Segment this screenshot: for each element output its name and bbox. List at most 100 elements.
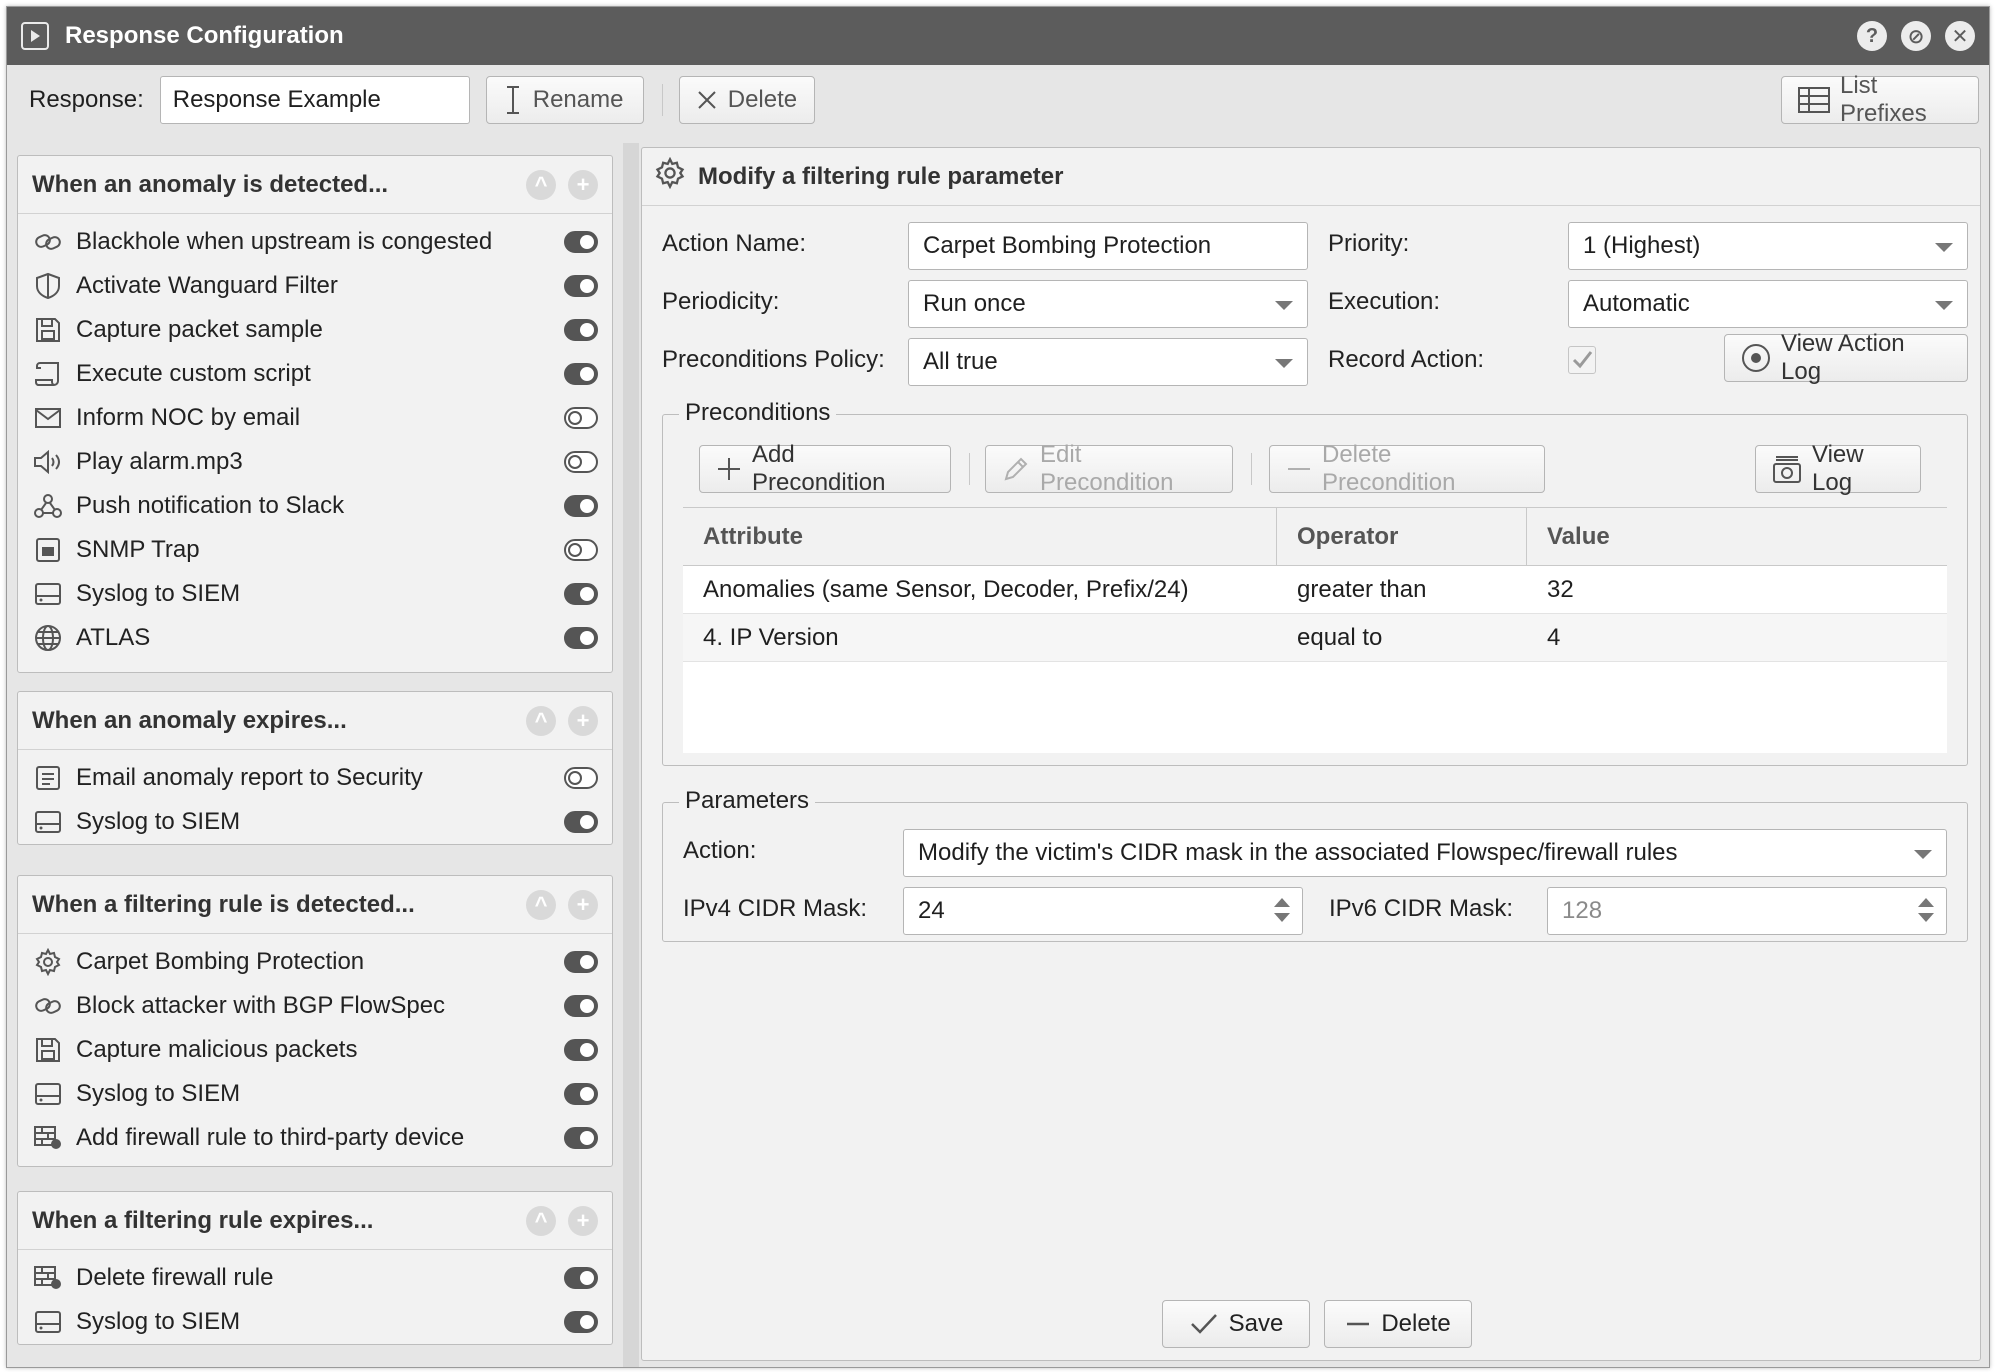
view-action-log-button[interactable]: View Action Log — [1724, 330, 1968, 385]
minus-icon — [1288, 468, 1310, 470]
view-log-button[interactable]: View Log — [1755, 441, 1921, 496]
minimize-icon[interactable]: ⊘ — [1901, 21, 1931, 51]
list-item[interactable]: Blackhole when upstream is congested — [18, 220, 612, 264]
toggle-switch[interactable] — [564, 319, 598, 341]
list-item[interactable]: Email anomaly report to Security — [18, 756, 612, 800]
priority-label: Priority: — [1328, 230, 1410, 257]
list-item[interactable]: Activate Wanguard Filter — [18, 264, 612, 308]
log-icon — [1773, 456, 1801, 483]
add-icon[interactable]: + — [568, 169, 598, 200]
add-icon[interactable]: + — [568, 705, 598, 736]
list-item[interactable]: Carpet Bombing Protection — [18, 940, 612, 984]
response-label: Response: — [29, 86, 144, 113]
toggle-switch[interactable] — [564, 811, 598, 833]
server-icon — [32, 1078, 64, 1110]
list-item[interactable]: Play alarm.mp3 — [18, 440, 612, 484]
list-item[interactable]: Syslog to SIEM — [18, 800, 612, 844]
list-item[interactable]: Execute custom script — [18, 352, 612, 396]
panel-splitter[interactable] — [623, 143, 639, 1367]
minus-icon — [1347, 1322, 1370, 1326]
list-item[interactable]: SNMP Trap — [18, 528, 612, 572]
table-row[interactable]: 4. IP Version equal to 4 — [683, 614, 1947, 662]
collapse-icon[interactable]: ^ — [526, 169, 556, 200]
collapse-icon[interactable]: ^ — [526, 1205, 556, 1236]
action-select[interactable]: Modify the victim's CIDR mask in the ass… — [903, 829, 1947, 877]
text-cursor-icon — [506, 86, 519, 114]
group-filtering-rule-expires: When a filtering rule expires... ^ + Dele… — [17, 1191, 613, 1345]
delete-response-button[interactable]: Delete — [678, 76, 815, 124]
delete-label: Delete — [727, 86, 798, 113]
column-header[interactable]: Attribute — [683, 508, 1277, 565]
play-icon — [21, 22, 49, 50]
toggle-switch[interactable] — [564, 363, 598, 385]
list-item[interactable]: Inform NOC by email — [18, 396, 612, 440]
ipv6-cidr-stepper[interactable]: 128 — [1547, 887, 1947, 935]
toggle-switch[interactable] — [564, 583, 598, 605]
pencil-icon — [1004, 457, 1028, 481]
toggle-switch[interactable] — [564, 1083, 598, 1105]
edit-precondition-button[interactable]: Edit Precondition — [985, 441, 1233, 496]
action-name-input[interactable]: Carpet Bombing Protection — [908, 222, 1308, 270]
link-icon — [32, 990, 64, 1022]
list-item[interactable]: Syslog to SIEM — [18, 572, 612, 616]
list-item[interactable]: Capture malicious packets — [18, 1028, 612, 1072]
toggle-switch[interactable] — [564, 951, 598, 973]
chevron-down-icon — [1275, 359, 1293, 368]
ipv6-cidr-label: IPv6 CIDR Mask: — [1329, 895, 1514, 922]
collapse-icon[interactable]: ^ — [526, 889, 556, 920]
preconditions-policy-select[interactable]: All true — [908, 338, 1308, 386]
toggle-switch[interactable] — [564, 451, 598, 473]
periodicity-select[interactable]: Run once — [908, 280, 1308, 328]
help-icon[interactable]: ? — [1857, 21, 1887, 51]
toggle-switch[interactable] — [564, 495, 598, 517]
rename-button[interactable]: Rename — [485, 76, 644, 124]
ipv4-cidr-stepper[interactable]: 24 — [903, 887, 1303, 935]
globe-icon — [32, 622, 64, 654]
toggle-switch[interactable] — [564, 539, 598, 561]
delete-precondition-button[interactable]: Delete Precondition — [1269, 441, 1545, 496]
list-item[interactable]: Syslog to SIEM — [18, 1300, 612, 1344]
list-item[interactable]: Delete firewall rule — [18, 1256, 612, 1300]
list-item[interactable]: ATLAS — [18, 616, 612, 660]
column-header[interactable]: Value — [1527, 508, 1947, 565]
stepper-arrows-icon[interactable] — [1918, 898, 1934, 922]
toggle-switch[interactable] — [564, 231, 598, 253]
response-name-input[interactable]: Response Example — [159, 76, 470, 124]
list-item[interactable]: Block attacker with BGP FlowSpec — [18, 984, 612, 1028]
add-icon[interactable]: + — [568, 1205, 598, 1236]
priority-select[interactable]: 1 (Highest) — [1568, 222, 1968, 270]
toggle-switch[interactable] — [564, 275, 598, 297]
toggle-switch[interactable] — [564, 1267, 598, 1289]
record-icon — [1742, 344, 1770, 372]
collapse-icon[interactable]: ^ — [526, 705, 556, 736]
list-item[interactable]: Syslog to SIEM — [18, 1072, 612, 1116]
toggle-switch[interactable] — [564, 767, 598, 789]
table-icon — [1798, 87, 1830, 113]
ipv4-cidr-label: IPv4 CIDR Mask: — [683, 895, 868, 922]
record-action-checkbox[interactable] — [1568, 346, 1596, 374]
table-row[interactable]: Anomalies (same Sensor, Decoder, Prefix/… — [683, 566, 1947, 614]
list-item[interactable]: Add firewall rule to third-party device — [18, 1116, 612, 1160]
add-icon[interactable]: + — [568, 889, 598, 920]
save-button[interactable]: Save — [1162, 1300, 1310, 1348]
list-item[interactable]: Push notification to Slack — [18, 484, 612, 528]
report-icon — [32, 762, 64, 794]
column-header[interactable]: Operator — [1277, 508, 1527, 565]
toggle-switch[interactable] — [564, 1039, 598, 1061]
group-anomaly-expires: When an anomaly expires... ^ + Email anom… — [17, 691, 613, 845]
toggle-switch[interactable] — [564, 995, 598, 1017]
toggle-switch[interactable] — [564, 1127, 598, 1149]
parameters-legend: Parameters — [679, 787, 816, 815]
list-item[interactable]: Capture packet sample — [18, 308, 612, 352]
list-prefixes-button[interactable]: List Prefixes — [1781, 72, 1979, 127]
title-bar: Response Configuration ? ⊘ ✕ — [7, 7, 1989, 65]
toggle-switch[interactable] — [564, 627, 598, 649]
toggle-switch[interactable] — [564, 407, 598, 429]
execution-select[interactable]: Automatic — [1568, 280, 1968, 328]
delete-action-button[interactable]: Delete — [1324, 1300, 1472, 1348]
response-configuration-window: Response Configuration ? ⊘ ✕ Response: R… — [6, 6, 1990, 1368]
add-precondition-button[interactable]: Add Precondition — [699, 441, 951, 496]
close-icon[interactable]: ✕ — [1945, 21, 1975, 51]
toggle-switch[interactable] — [564, 1311, 598, 1333]
stepper-arrows-icon[interactable] — [1274, 898, 1290, 922]
